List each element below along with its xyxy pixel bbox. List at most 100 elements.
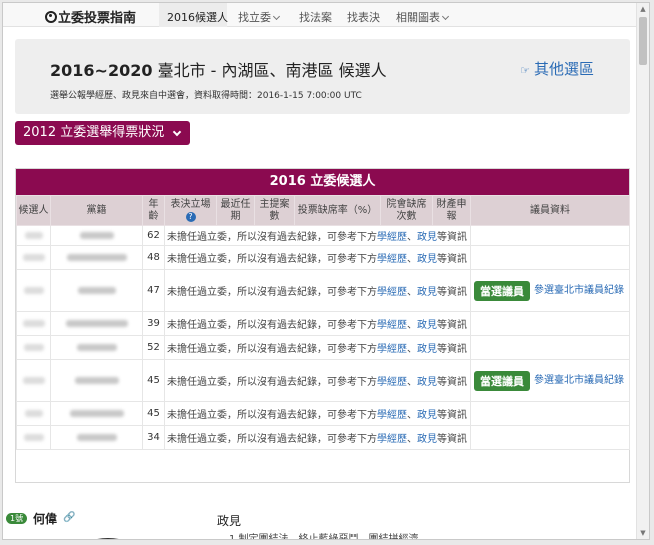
no-record-note: 未擔任過立委，所以沒有過去紀錄，可參考下方學經歷、政見等資訊 [164,225,471,246]
candidate-detail: 1號 何偉 🔗 政見 1.制定團結法，終止藍綠惡鬥，團結拼經濟。 [3,508,638,540]
no-record-note: 未擔任過立委，所以沒有過去紀錄，可參考下方學經歷、政見等資訊 [164,311,471,336]
age-cell: 45 [142,359,165,402]
nav-item-find-vote[interactable]: 找表決 [347,9,380,25]
note-separator: 、 [407,254,417,265]
elected-councilor-badge: 當選議員 [474,280,530,301]
scroll-down-arrow-icon[interactable]: ▼ [637,527,649,539]
vertical-scrollbar[interactable]: ▲ ▼ [636,3,649,539]
experience-link[interactable]: 學經歷 [377,320,407,331]
election-results-dropdown[interactable]: 2012 立委選舉得票狀況 [15,121,191,145]
nav-label: 找表決 [347,11,380,24]
blurred-name [23,433,44,441]
table-row: 62 未擔任過立委，所以沒有過去紀錄，可參考下方學經歷、政見等資訊 [16,225,630,246]
col-header-absence-rate: 投票缺席率（%） [294,195,381,226]
experience-link[interactable]: 學經歷 [377,377,407,388]
table-row: 45 未擔任過立委，所以沒有過去紀錄，可參考下方學經歷、政見等資訊 當選議員 參選臺北… [16,359,630,402]
table-row: 47 未擔任過立委，所以沒有過去紀錄，可參考下方學經歷、政見等資訊 當選議員 參選臺北… [16,269,630,312]
note-prefix: 未擔任過立委，所以沒有過去紀錄，可參考下方 [167,232,377,243]
policy-link[interactable]: 政見 [417,344,437,355]
district-header: 2016~2020 臺北市 - 內湖區、南港區 候選人 選舉公報學經歷、政見來自… [15,39,630,114]
table-row: 34 未擔任過立委，所以沒有過去紀錄，可參考下方學經歷、政見等資訊 [16,425,630,450]
nav-label: 找立委 [238,11,271,24]
candidate-name-cell[interactable] [16,269,51,312]
councilor-cell [470,245,630,270]
note-suffix: 等資訊 [437,410,467,421]
table-row: 48 未擔任過立委，所以沒有過去紀錄，可參考下方學經歷、政見等資訊 [16,245,630,270]
policy-link[interactable]: 政見 [417,377,437,388]
title-term: 2016~2020 [50,61,153,80]
candidate-name-cell[interactable] [16,245,51,270]
note-separator: 、 [407,320,417,331]
no-record-note: 未擔任過立委，所以沒有過去紀錄，可參考下方學經歷、政見等資訊 [164,335,471,360]
note-prefix: 未擔任過立委，所以沒有過去紀錄，可參考下方 [167,254,377,265]
link-icon[interactable]: 🔗 [63,512,75,523]
policy-item: 1.制定團結法，終止藍綠惡鬥，團結拼經濟。 [229,534,429,540]
nav-label: 找法案 [299,11,332,24]
scroll-up-arrow-icon[interactable]: ▲ [637,3,649,15]
no-record-note: 未擔任過立委，所以沒有過去紀錄，可參考下方學經歷、政見等資訊 [164,425,471,450]
navbar: 立委投票指南 2016候選人 找立委 找法案 找表決 相關圖表 [3,3,638,27]
candidate-name-cell[interactable] [16,359,51,402]
party-cell [50,425,143,450]
note-separator: 、 [407,434,417,445]
blurred-name [22,319,45,327]
age-cell: 45 [142,401,165,426]
nav-item-find-legislator[interactable]: 找立委 [238,9,281,25]
blurred-party [76,343,117,351]
councilor-record-link[interactable]: 參選臺北市議員紀錄 [534,283,624,298]
policy-link[interactable]: 政見 [417,320,437,331]
elected-councilor-badge: 當選議員 [474,370,530,391]
experience-link[interactable]: 學經歷 [377,434,407,445]
experience-link[interactable]: 學經歷 [377,344,407,355]
note-separator: 、 [407,410,417,421]
data-source-note: 選舉公報學經歷、政見來自中選會，資料取得時間：2016-1-15 7:00:00… [50,91,362,101]
col-header-bills: 主提案數 [254,195,295,226]
party-cell [50,245,143,270]
policy-link[interactable]: 政見 [417,254,437,265]
candidate-name-cell[interactable] [16,401,51,426]
experience-link[interactable]: 學經歷 [377,232,407,243]
age-cell: 34 [142,425,165,450]
blurred-name [22,376,45,384]
col-header-stance[interactable]: 表決立場? [164,195,217,226]
policy-link[interactable]: 政見 [417,410,437,421]
help-icon[interactable]: ? [185,211,196,222]
note-separator: 、 [407,377,417,388]
candidate-name-cell[interactable] [16,425,51,450]
brand-logo-link[interactable]: 立委投票指南 [45,7,136,26]
experience-link[interactable]: 學經歷 [377,254,407,265]
note-prefix: 未擔任過立委，所以沒有過去紀錄，可參考下方 [167,377,377,388]
party-cell [50,311,143,336]
other-district-link[interactable]: ☞ 其他選區 [520,58,594,79]
nav-item-charts[interactable]: 相關圖表 [396,9,450,25]
candidate-name-cell[interactable] [16,225,51,246]
chevron-down-icon [172,127,182,137]
col-header-assets: 財產申報 [432,195,471,226]
title-district: 臺北市 - 內湖區、南港區 候選人 [157,61,387,80]
col-header-recent-term: 最近任期 [216,195,255,226]
experience-link[interactable]: 學經歷 [377,410,407,421]
note-suffix: 等資訊 [437,254,467,265]
vote-logo-icon [45,11,57,23]
browser-viewport: 立委投票指南 2016候選人 找立委 找法案 找表決 相關圖表 2016~202… [2,2,650,540]
note-separator: 、 [407,287,417,298]
experience-link[interactable]: 學經歷 [377,287,407,298]
policy-link[interactable]: 政見 [417,434,437,445]
councilor-info: 當選議員 參選臺北市議員紀錄 [474,370,626,391]
note-separator: 、 [407,344,417,355]
brand-name: 立委投票指南 [58,11,137,26]
policy-link[interactable]: 政見 [417,232,437,243]
note-separator: 、 [407,232,417,243]
councilor-record-link[interactable]: 參選臺北市議員紀錄 [534,373,624,388]
nav-item-2016-candidates[interactable]: 2016候選人 [167,9,228,25]
candidate-name-cell[interactable] [16,311,51,336]
candidate-name-cell[interactable] [16,335,51,360]
candidates-table: 候選人 黨籍 年齡 表決立場? 最近任期 主提案數 投票缺席率（%） 院會缺席次… [16,195,630,450]
no-record-note: 未擔任過立委，所以沒有過去紀錄，可參考下方學經歷、政見等資訊 [164,269,471,312]
nav-item-find-bill[interactable]: 找法案 [299,9,332,25]
scrollbar-thumb[interactable] [639,17,647,65]
party-cell [50,359,143,402]
no-record-note: 未擔任過立委，所以沒有過去紀錄，可參考下方學經歷、政見等資訊 [164,401,471,426]
policy-link[interactable]: 政見 [417,287,437,298]
party-cell [50,269,143,312]
